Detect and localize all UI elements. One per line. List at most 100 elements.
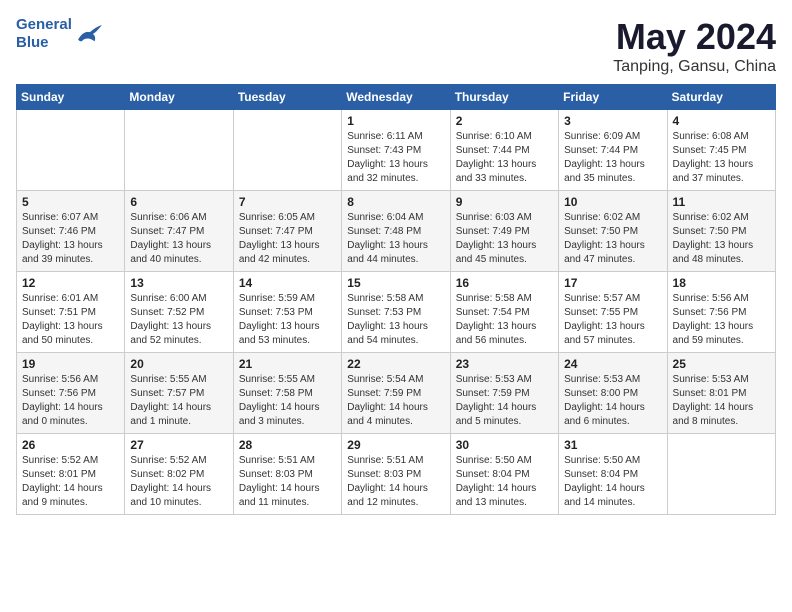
day-number: 8 (347, 195, 444, 209)
calendar-day-cell: 22Sunrise: 5:54 AM Sunset: 7:59 PM Dayli… (342, 353, 450, 434)
day-number: 23 (456, 357, 553, 371)
calendar-day-cell: 4Sunrise: 6:08 AM Sunset: 7:45 PM Daylig… (667, 110, 775, 191)
calendar-day-cell: 20 Sunrise: 5:55 AM Sunset: 7:57 PM Dayli… (125, 353, 233, 434)
day-info: Sunrise: 5:50 AM Sunset: 8:04 PM Dayligh… (564, 454, 661, 510)
day-number: 20 (130, 357, 227, 371)
calendar-day-cell: 23 Sunrise: 5:53 AM Sunset: 7:59 PM Dayli… (450, 353, 558, 434)
day-number: 16 (456, 276, 553, 290)
day-info: Sunrise: 5:52 AM Sunset: 8:01 PM Dayligh… (22, 454, 119, 510)
day-info: Sunrise: 5:56 AM Sunset: 7:56 PM Dayligh… (673, 292, 770, 348)
day-number: 9 (456, 195, 553, 209)
day-info: Sunrise: 6:05 AM Sunset: 7:47 PM Dayligh… (239, 211, 336, 267)
page-header: General Blue May 2024 Tanping, Gansu, Ch… (16, 16, 776, 76)
day-info: Sunrise: 5:52 AM Sunset: 8:02 PM Dayligh… (130, 454, 227, 510)
day-number: 14 (239, 276, 336, 290)
calendar-day-cell: 28Sunrise: 5:51 AM Sunset: 8:03 PM Dayli… (233, 434, 341, 515)
calendar-day-cell: 5 Sunrise: 6:07 AM Sunset: 7:46 PM Daylig… (17, 191, 125, 272)
calendar-day-cell: 1 Sunrise: 6:11 AM Sunset: 7:43 PM Daylig… (342, 110, 450, 191)
calendar-day-cell: 21Sunrise: 5:55 AM Sunset: 7:58 PM Dayli… (233, 353, 341, 434)
day-number: 17 (564, 276, 661, 290)
day-info: Sunrise: 5:54 AM Sunset: 7:59 PM Dayligh… (347, 373, 444, 429)
calendar-day-cell: 11Sunrise: 6:02 AM Sunset: 7:50 PM Dayli… (667, 191, 775, 272)
weekday-header: Saturday (667, 85, 775, 110)
day-number: 13 (130, 276, 227, 290)
day-number: 29 (347, 438, 444, 452)
calendar-table: SundayMondayTuesdayWednesdayThursdayFrid… (16, 84, 776, 515)
day-number: 24 (564, 357, 661, 371)
page-title: May 2024 (613, 16, 776, 58)
day-number: 4 (673, 114, 770, 128)
calendar-day-cell (233, 110, 341, 191)
calendar-day-cell: 30 Sunrise: 5:50 AM Sunset: 8:04 PM Dayli… (450, 434, 558, 515)
calendar-day-cell: 2 Sunrise: 6:10 AM Sunset: 7:44 PM Daylig… (450, 110, 558, 191)
weekday-header: Sunday (17, 85, 125, 110)
day-info: Sunrise: 6:06 AM Sunset: 7:47 PM Dayligh… (130, 211, 227, 267)
day-info: Sunrise: 6:01 AM Sunset: 7:51 PM Dayligh… (22, 292, 119, 348)
day-number: 12 (22, 276, 119, 290)
calendar-day-cell: 31Sunrise: 5:50 AM Sunset: 8:04 PM Dayli… (559, 434, 667, 515)
day-number: 26 (22, 438, 119, 452)
weekday-header: Tuesday (233, 85, 341, 110)
calendar-day-cell: 3 Sunrise: 6:09 AM Sunset: 7:44 PM Daylig… (559, 110, 667, 191)
logo-blue: Blue (16, 34, 49, 51)
day-number: 3 (564, 114, 661, 128)
calendar-day-cell: 19 Sunrise: 5:56 AM Sunset: 7:56 PM Dayli… (17, 353, 125, 434)
day-info: Sunrise: 6:00 AM Sunset: 7:52 PM Dayligh… (130, 292, 227, 348)
day-number: 18 (673, 276, 770, 290)
day-number: 2 (456, 114, 553, 128)
calendar-day-cell: 25 Sunrise: 5:53 AM Sunset: 8:01 PM Dayli… (667, 353, 775, 434)
day-number: 19 (22, 357, 119, 371)
day-info: Sunrise: 6:02 AM Sunset: 7:50 PM Dayligh… (564, 211, 661, 267)
weekday-header: Friday (559, 85, 667, 110)
calendar-day-cell (667, 434, 775, 515)
day-info: Sunrise: 5:53 AM Sunset: 7:59 PM Dayligh… (456, 373, 553, 429)
day-info: Sunrise: 5:58 AM Sunset: 7:54 PM Dayligh… (456, 292, 553, 348)
day-number: 27 (130, 438, 227, 452)
day-number: 30 (456, 438, 553, 452)
day-info: Sunrise: 6:04 AM Sunset: 7:48 PM Dayligh… (347, 211, 444, 267)
day-info: Sunrise: 5:58 AM Sunset: 7:53 PM Dayligh… (347, 292, 444, 348)
day-number: 5 (22, 195, 119, 209)
calendar-day-cell: 18 Sunrise: 5:56 AM Sunset: 7:56 PM Dayli… (667, 272, 775, 353)
day-info: Sunrise: 5:53 AM Sunset: 8:01 PM Dayligh… (673, 373, 770, 429)
day-info: Sunrise: 6:07 AM Sunset: 7:46 PM Dayligh… (22, 211, 119, 267)
day-info: Sunrise: 6:03 AM Sunset: 7:49 PM Dayligh… (456, 211, 553, 267)
day-number: 15 (347, 276, 444, 290)
calendar-header-row: SundayMondayTuesdayWednesdayThursdayFrid… (17, 85, 776, 110)
day-number: 10 (564, 195, 661, 209)
day-number: 1 (347, 114, 444, 128)
day-info: Sunrise: 6:09 AM Sunset: 7:44 PM Dayligh… (564, 130, 661, 186)
calendar-day-cell: 15 Sunrise: 5:58 AM Sunset: 7:53 PM Dayli… (342, 272, 450, 353)
weekday-header: Thursday (450, 85, 558, 110)
calendar-day-cell (125, 110, 233, 191)
calendar-week-row: 26 Sunrise: 5:52 AM Sunset: 8:01 PM Dayli… (17, 434, 776, 515)
day-number: 25 (673, 357, 770, 371)
day-info: Sunrise: 5:59 AM Sunset: 7:53 PM Dayligh… (239, 292, 336, 348)
calendar-day-cell: 9 Sunrise: 6:03 AM Sunset: 7:49 PM Daylig… (450, 191, 558, 272)
day-info: Sunrise: 5:50 AM Sunset: 8:04 PM Dayligh… (456, 454, 553, 510)
logo-general: General (16, 16, 72, 33)
weekday-header: Wednesday (342, 85, 450, 110)
day-number: 6 (130, 195, 227, 209)
calendar-day-cell: 27 Sunrise: 5:52 AM Sunset: 8:02 PM Dayli… (125, 434, 233, 515)
calendar-day-cell: 29 Sunrise: 5:51 AM Sunset: 8:03 PM Dayli… (342, 434, 450, 515)
calendar-day-cell: 14 Sunrise: 5:59 AM Sunset: 7:53 PM Dayli… (233, 272, 341, 353)
day-info: Sunrise: 6:10 AM Sunset: 7:44 PM Dayligh… (456, 130, 553, 186)
calendar-week-row: 12 Sunrise: 6:01 AM Sunset: 7:51 PM Dayli… (17, 272, 776, 353)
weekday-header: Monday (125, 85, 233, 110)
calendar-day-cell: 12 Sunrise: 6:01 AM Sunset: 7:51 PM Dayli… (17, 272, 125, 353)
calendar-week-row: 5 Sunrise: 6:07 AM Sunset: 7:46 PM Daylig… (17, 191, 776, 272)
page-subtitle: Tanping, Gansu, China (613, 58, 776, 76)
calendar-day-cell: 6 Sunrise: 6:06 AM Sunset: 7:47 PM Daylig… (125, 191, 233, 272)
day-info: Sunrise: 5:51 AM Sunset: 8:03 PM Dayligh… (239, 454, 336, 510)
day-info: Sunrise: 6:11 AM Sunset: 7:43 PM Dayligh… (347, 130, 444, 186)
day-info: Sunrise: 5:56 AM Sunset: 7:56 PM Dayligh… (22, 373, 119, 429)
calendar-day-cell: 17Sunrise: 5:57 AM Sunset: 7:55 PM Dayli… (559, 272, 667, 353)
calendar-day-cell: 8 Sunrise: 6:04 AM Sunset: 7:48 PM Daylig… (342, 191, 450, 272)
day-info: Sunrise: 5:51 AM Sunset: 8:03 PM Dayligh… (347, 454, 444, 510)
day-number: 11 (673, 195, 770, 209)
day-info: Sunrise: 5:53 AM Sunset: 8:00 PM Dayligh… (564, 373, 661, 429)
calendar-day-cell: 10 Sunrise: 6:02 AM Sunset: 7:50 PM Dayli… (559, 191, 667, 272)
day-info: Sunrise: 5:55 AM Sunset: 7:57 PM Dayligh… (130, 373, 227, 429)
calendar-day-cell: 26 Sunrise: 5:52 AM Sunset: 8:01 PM Dayli… (17, 434, 125, 515)
